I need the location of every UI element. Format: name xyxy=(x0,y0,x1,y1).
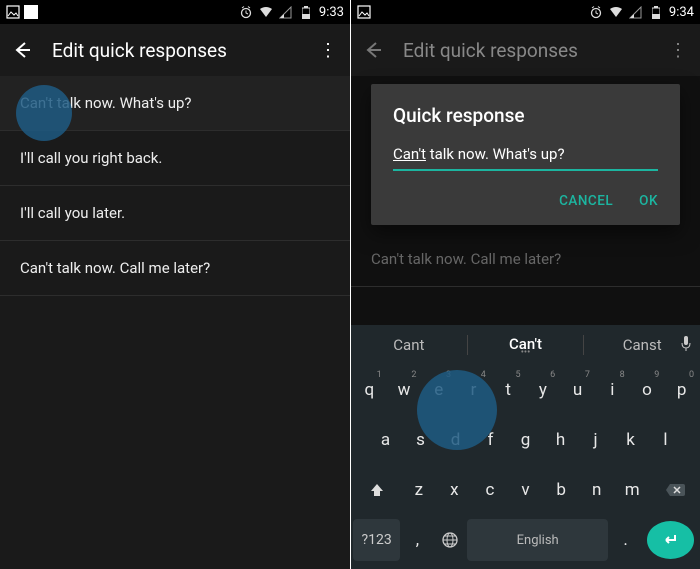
enter-key[interactable] xyxy=(647,521,694,559)
key-g[interactable]: g xyxy=(509,419,542,461)
phone-left: 9:33 Edit quick responses ⋮ Can't talk n… xyxy=(0,0,350,569)
overflow-icon[interactable]: ⋮ xyxy=(316,40,340,61)
key-e[interactable]: 3e xyxy=(422,369,455,411)
status-bar: 9:33 xyxy=(0,0,350,24)
globe-key[interactable] xyxy=(435,519,465,561)
key-row-2: asdfghjkl xyxy=(351,415,700,465)
key-row-1: 1q2w3e4r5t6y7u8i9o0p xyxy=(351,365,700,415)
key-t[interactable]: 5t xyxy=(492,369,525,411)
battery-icon xyxy=(299,5,313,19)
status-time: 9:33 xyxy=(319,5,344,20)
suggestion-bar: Cant Can't••• Canst xyxy=(351,325,700,365)
key-o[interactable]: 9o xyxy=(631,369,664,411)
page-title: Edit quick responses xyxy=(52,39,298,62)
key-p[interactable]: 0p xyxy=(665,369,698,411)
key-r[interactable]: 4r xyxy=(457,369,490,411)
battery-icon xyxy=(649,5,663,19)
key-m[interactable]: m xyxy=(615,469,649,511)
space-key[interactable]: English xyxy=(467,519,609,561)
key-j[interactable]: j xyxy=(579,419,612,461)
key-a[interactable]: a xyxy=(369,419,402,461)
comma-key[interactable]: , xyxy=(402,519,432,561)
key-n[interactable]: n xyxy=(580,469,614,511)
response-input[interactable]: Can't talk now. What's up? xyxy=(393,143,658,171)
gallery-icon xyxy=(357,5,371,19)
key-q[interactable]: 1q xyxy=(353,369,386,411)
phone-right: 9:34 Edit quick responses ⋮ Can't talk n… xyxy=(350,0,700,569)
wifi-icon xyxy=(609,5,623,19)
back-icon[interactable] xyxy=(10,38,34,62)
gallery-icon xyxy=(6,5,20,19)
key-c[interactable]: c xyxy=(473,469,507,511)
page-title: Edit quick responses xyxy=(403,39,648,62)
alarm-icon xyxy=(589,5,603,19)
key-y[interactable]: 6y xyxy=(527,369,560,411)
response-list-bg: Can't talk now. Call me later? xyxy=(351,232,700,287)
back-icon[interactable] xyxy=(361,38,385,62)
toolbar: Edit quick responses ⋮ xyxy=(0,24,350,76)
key-x[interactable]: x xyxy=(438,469,472,511)
list-item[interactable]: Can't talk now. Call me later? xyxy=(0,241,350,296)
key-k[interactable]: k xyxy=(614,419,647,461)
key-w[interactable]: 2w xyxy=(388,369,421,411)
key-u[interactable]: 7u xyxy=(561,369,594,411)
suggestion[interactable]: Cant xyxy=(351,336,467,354)
status-bar: 9:34 xyxy=(351,0,700,24)
dialog-title: Quick response xyxy=(393,104,658,127)
alarm-icon xyxy=(239,5,253,19)
response-list: Can't talk now. What's up? I'll call you… xyxy=(0,76,350,296)
shift-key[interactable] xyxy=(353,469,400,511)
key-h[interactable]: h xyxy=(544,419,577,461)
list-item[interactable]: I'll call you right back. xyxy=(0,131,350,186)
key-z[interactable]: z xyxy=(402,469,436,511)
signal-icon xyxy=(629,5,643,19)
key-d[interactable]: d xyxy=(439,419,472,461)
list-item: Can't talk now. Call me later? xyxy=(351,232,700,287)
signal-icon xyxy=(279,5,293,19)
key-s[interactable]: s xyxy=(404,419,437,461)
key-row-3: zxcvbnm xyxy=(351,465,700,515)
cancel-button[interactable]: CANCEL xyxy=(559,193,613,209)
list-item[interactable]: I'll call you later. xyxy=(0,186,350,241)
period-key[interactable]: . xyxy=(610,519,640,561)
toolbar: Edit quick responses ⋮ xyxy=(351,24,700,76)
suggestion[interactable]: Can't••• xyxy=(468,335,584,355)
wifi-icon xyxy=(259,5,273,19)
overflow-icon[interactable]: ⋮ xyxy=(666,40,690,61)
backspace-key[interactable] xyxy=(651,469,698,511)
key-l[interactable]: l xyxy=(649,419,682,461)
key-f[interactable]: f xyxy=(474,419,507,461)
symbols-key[interactable]: ?123 xyxy=(353,519,400,561)
status-time: 9:34 xyxy=(669,5,694,20)
key-row-4: ?123 , English . xyxy=(351,515,700,569)
list-item[interactable]: Can't talk now. What's up? xyxy=(0,76,350,131)
key-b[interactable]: b xyxy=(544,469,578,511)
app-icon xyxy=(24,5,38,19)
key-v[interactable]: v xyxy=(509,469,543,511)
keyboard: Cant Can't••• Canst 1q2w3e4r5t6y7u8i9o0p… xyxy=(351,325,700,569)
key-i[interactable]: 8i xyxy=(596,369,629,411)
mic-icon[interactable] xyxy=(680,335,692,353)
edit-dialog: Quick response Can't talk now. What's up… xyxy=(371,84,680,225)
ok-button[interactable]: OK xyxy=(639,193,658,209)
